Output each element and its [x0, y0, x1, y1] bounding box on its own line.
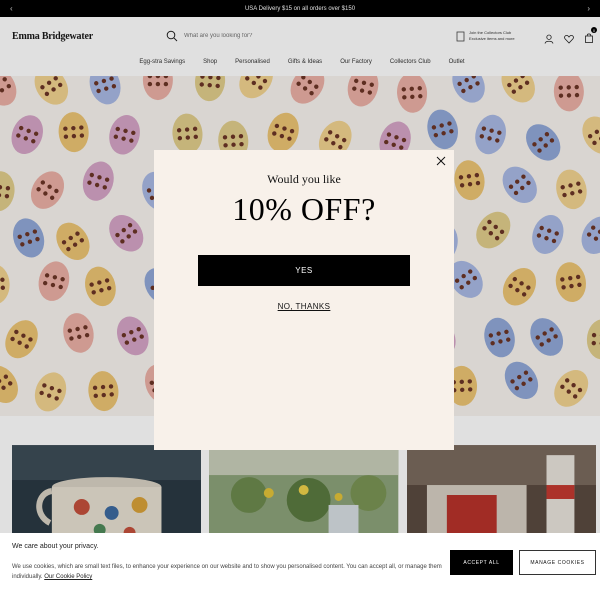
close-icon[interactable]	[436, 156, 446, 166]
page: ‹ USA Delivery $15 on all orders over $1…	[0, 0, 600, 600]
yes-button[interactable]: YES	[198, 255, 410, 286]
manage-cookies-button[interactable]: MANAGE COOKIES	[519, 550, 596, 575]
cookie-policy-link[interactable]: Our Cookie Policy	[44, 574, 92, 580]
popup-question: Would you like	[267, 172, 341, 186]
no-thanks-link[interactable]: NO, THANKS	[154, 302, 454, 311]
cookie-title: We care about your privacy.	[12, 543, 99, 550]
cookie-banner: We care about your privacy. We use cooki…	[0, 533, 600, 600]
accept-all-button[interactable]: ACCEPT ALL	[450, 550, 513, 575]
discount-popup: Would you like 10% OFF? YES NO, THANKS	[154, 150, 454, 450]
popup-offer: 10% OFF?	[232, 191, 376, 227]
cookie-body: We use cookies, which are small text fil…	[12, 562, 442, 582]
